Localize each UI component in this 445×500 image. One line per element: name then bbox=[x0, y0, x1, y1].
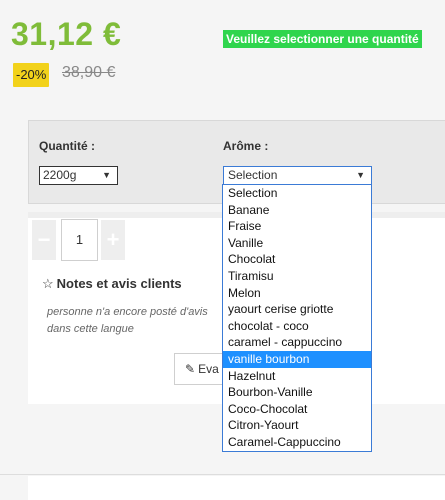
discount-badge: -20% bbox=[13, 63, 50, 87]
price-old: 38,90 € bbox=[62, 64, 116, 81]
dropdown-option[interactable]: Bourbon-Vanille bbox=[223, 384, 371, 401]
star-icon: ☆ bbox=[42, 276, 54, 291]
quantity-warning-badge: Veuillez selectionner une quantité bbox=[223, 30, 422, 48]
pencil-icon: ✎ bbox=[185, 362, 196, 376]
chevron-down-icon: ▼ bbox=[356, 170, 365, 180]
dropdown-option[interactable]: Vanille bbox=[223, 235, 371, 252]
reviews-title-text: Notes et avis clients bbox=[56, 276, 182, 291]
dropdown-option[interactable]: Hazelnut bbox=[223, 368, 371, 385]
dropdown-option[interactable]: yaourt cerise griotte bbox=[223, 301, 371, 318]
dropdown-option[interactable]: Caramel-Cappuccino bbox=[223, 434, 371, 451]
quantity-input[interactable]: 1 bbox=[61, 219, 98, 261]
price-current: 31,12 € bbox=[11, 16, 122, 52]
divider bbox=[0, 474, 445, 475]
dropdown-option[interactable]: caramel - cappuccino bbox=[223, 334, 371, 351]
arome-dropdown-list[interactable]: Selection Banane Fraise Vanille Chocolat Tira… bbox=[222, 184, 372, 452]
dropdown-option[interactable]: Fraise bbox=[223, 218, 371, 235]
quantity-label: Quantité : bbox=[39, 139, 95, 153]
dropdown-option[interactable]: chocolat - coco bbox=[223, 318, 371, 335]
quantity-decrease-button[interactable]: − bbox=[32, 220, 56, 260]
dropdown-option[interactable]: Banane bbox=[223, 202, 371, 219]
dropdown-option[interactable]: vanille bourbon bbox=[223, 350, 371, 368]
arome-label: Arôme : bbox=[223, 139, 269, 153]
reviews-empty-text: personne n'a encore posté d'avis dans ce… bbox=[47, 306, 208, 335]
dropdown-option[interactable]: Chocolat bbox=[223, 251, 371, 268]
arome-select[interactable]: Selection ▼ bbox=[223, 166, 372, 185]
dropdown-option[interactable]: Melon bbox=[223, 285, 371, 302]
dropdown-option[interactable]: Citron-Yaourt bbox=[223, 417, 371, 434]
arome-select-value: Selection bbox=[228, 168, 278, 182]
reviews-title: ☆ Notes et avis clients bbox=[42, 276, 182, 292]
chevron-down-icon: ▼ bbox=[102, 170, 111, 180]
dropdown-option[interactable]: Selection bbox=[223, 185, 371, 202]
bottom-card bbox=[28, 476, 445, 500]
dropdown-option[interactable]: Coco-Chocolat bbox=[223, 401, 371, 418]
quantity-increase-button[interactable]: + bbox=[101, 220, 125, 260]
dropdown-option[interactable]: Tiramisu bbox=[223, 268, 371, 285]
quantity-select-value: 2200g bbox=[43, 168, 77, 182]
quantity-select[interactable]: 2200g ▼ bbox=[39, 166, 118, 185]
write-review-label: Eva bbox=[198, 362, 219, 376]
